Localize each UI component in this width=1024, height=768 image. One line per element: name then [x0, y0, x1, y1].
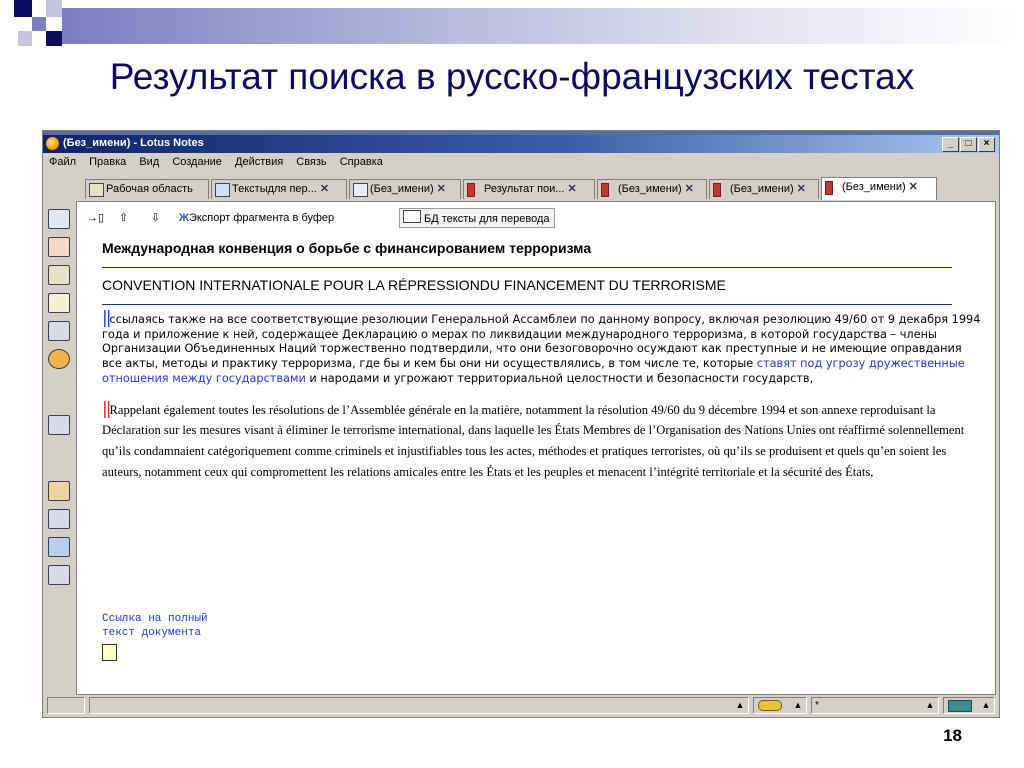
tab-label: (Без_имени): [730, 183, 794, 195]
tab-label: Результат пои...: [484, 183, 565, 195]
menu-help[interactable]: Справка: [340, 153, 383, 171]
more-bookmarks-icon[interactable]: [48, 537, 70, 557]
other-bookmarks-icon[interactable]: [48, 565, 70, 585]
export-fragment-button[interactable]: ЖЭкспорт фрагмента в буфер: [179, 208, 334, 228]
location-field[interactable]: * ▲: [811, 697, 939, 714]
tab-label: Текстыдля пер...: [232, 183, 317, 195]
page-number: 18: [943, 726, 962, 745]
menu-actions[interactable]: Действия: [235, 153, 283, 171]
tab-close-icon[interactable]: ✕: [685, 183, 694, 195]
doclink-icon[interactable]: [102, 644, 117, 661]
down-arrow-icon[interactable]: ⇩: [151, 208, 160, 228]
title-bar[interactable]: (Без_имени) - Lotus Notes _ □ ×: [43, 135, 999, 153]
status-message[interactable]: ▲: [89, 697, 749, 714]
divider: [102, 304, 952, 305]
tab-untitled-2[interactable]: (Без_имени) ✕: [597, 179, 707, 199]
document-title-ru: Международная конвенция о борьбе с финан…: [102, 240, 592, 256]
bookmark-folder-icon[interactable]: [48, 481, 70, 501]
mail-icon[interactable]: [48, 209, 70, 229]
tab-close-icon[interactable]: ✕: [797, 183, 806, 195]
menu-view[interactable]: Вид: [139, 153, 159, 171]
navigate-icon[interactable]: →▯: [87, 208, 104, 228]
books-icon: [467, 183, 475, 197]
tab-bar: Рабочая область Текстыдля пер... ✕ (Без_и…: [43, 175, 999, 201]
paragraph-fr: ||Rappelant également toutes les résolut…: [102, 398, 965, 479]
favorites-icon[interactable]: [48, 415, 70, 435]
maximize-button[interactable]: □: [960, 137, 977, 152]
replicator-icon[interactable]: [48, 349, 70, 369]
close-button[interactable]: ×: [978, 137, 995, 152]
databases-icon[interactable]: [48, 321, 70, 341]
access-level-field[interactable]: ▲: [753, 697, 807, 714]
tab-workspace[interactable]: Рабочая область: [85, 179, 209, 199]
books-document-icon: [601, 183, 609, 197]
window-controls: _ □ ×: [942, 137, 995, 152]
minimize-button[interactable]: _: [942, 137, 959, 152]
tab-untitled-1[interactable]: (Без_имени) ✕: [349, 179, 461, 199]
tab-close-icon[interactable]: ✕: [320, 183, 329, 195]
address-book-icon[interactable]: [48, 265, 70, 285]
lotus-notes-icon: [46, 137, 59, 150]
view-icon: [215, 183, 230, 197]
todo-icon[interactable]: [48, 293, 70, 313]
tab-untitled-active[interactable]: (Без_имени) ✕: [821, 177, 937, 200]
tab-label: (Без_имени): [618, 183, 682, 195]
action-bar: →▯ ⇧ ⇩ ЖЭкспорт фрагмента в буфер БД тек…: [77, 206, 637, 230]
up-arrow-icon[interactable]: ⇧: [119, 208, 128, 228]
paragraph-ru: ||ссылаясь также на все соответствующие …: [102, 308, 981, 385]
database-icon: [403, 210, 421, 223]
tab-label: (Без_имени): [370, 183, 434, 195]
document-body: Международная конвенция о борьбе с финан…: [102, 240, 982, 483]
db-texts-button[interactable]: БД тексты для перевода: [399, 208, 555, 228]
slide-title: Результат поиска в русско-французских те…: [109, 56, 915, 97]
key-icon: [758, 700, 782, 711]
workspace-icon: [89, 183, 104, 197]
tab-texts-view[interactable]: Текстыдля пер... ✕: [211, 179, 347, 199]
slide-decoration: [0, 0, 62, 52]
slide-header-gradient: [62, 8, 1024, 44]
books-document-icon: [713, 183, 721, 197]
menu-file[interactable]: Файл: [49, 153, 76, 171]
full-text-link[interactable]: Ссылка на полный текст документа: [102, 612, 208, 640]
tab-close-icon[interactable]: ✕: [567, 183, 576, 195]
books-document-icon: [825, 181, 833, 195]
document-title-fr: CONVENTION INTERNATIONALE POUR LA RÉPRES…: [102, 277, 726, 293]
window-title: (Без_имени) - Lotus Notes: [63, 137, 204, 149]
status-bar: ▲ ▲ * ▲ ▲: [43, 695, 999, 717]
menu-create[interactable]: Создание: [172, 153, 222, 171]
folder-icon[interactable]: [48, 509, 70, 529]
tab-close-icon[interactable]: ✕: [437, 183, 446, 195]
inbox-icon: [948, 700, 972, 712]
divider: [102, 267, 952, 268]
chevron-up-icon[interactable]: ▲: [734, 700, 746, 711]
document-pane: →▯ ⇧ ⇩ ЖЭкспорт фрагмента в буфер БД тек…: [76, 201, 996, 695]
tab-close-icon[interactable]: ✕: [909, 181, 918, 193]
chevron-up-icon[interactable]: ▲: [792, 700, 804, 711]
tab-label: Рабочая область: [106, 183, 193, 195]
tab-search-results[interactable]: Результат пои... ✕: [463, 179, 595, 199]
inbox-field[interactable]: ▲: [943, 697, 995, 714]
menu-communications[interactable]: Связь: [296, 153, 326, 171]
document-icon: [353, 183, 368, 197]
export-icon: Ж: [179, 212, 189, 224]
menu-bar: Файл Правка Вид Создание Действия Связь …: [43, 153, 999, 171]
menu-edit[interactable]: Правка: [89, 153, 126, 171]
tab-label: (Без_имени): [842, 181, 906, 193]
chevron-up-icon[interactable]: ▲: [924, 700, 936, 711]
bookmark-bar: [43, 203, 73, 693]
tab-untitled-3[interactable]: (Без_имени) ✕: [709, 179, 819, 199]
app-window: (Без_имени) - Lotus Notes _ □ × Файл Пра…: [42, 130, 1000, 718]
chevron-up-icon[interactable]: ▲: [980, 700, 992, 711]
calendar-icon[interactable]: [48, 237, 70, 257]
status-indicator[interactable]: [47, 697, 85, 714]
